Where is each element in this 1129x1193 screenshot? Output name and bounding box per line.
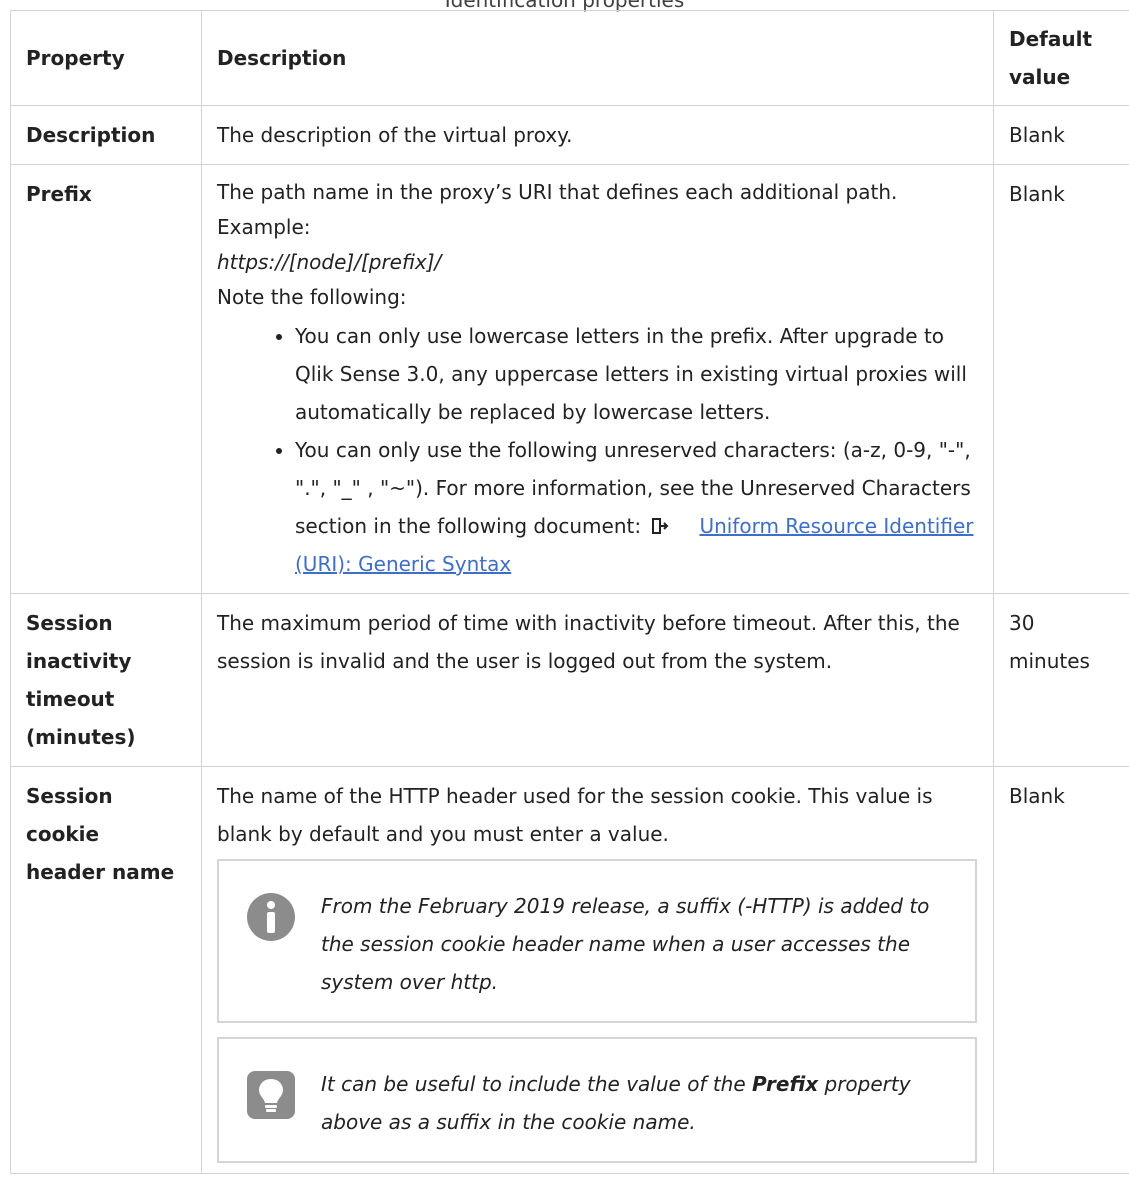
note-label: Note the following: [217,285,407,309]
property-description: The name of the HTTP header used for the… [201,766,994,1174]
example-url: https://[node]/[prefix]/ [217,250,442,274]
table-row-session-cookie: Session cookie header name The name of t… [10,766,1129,1174]
info-icon [247,893,295,941]
property-description: The maximum period of time with inactivi… [201,593,994,767]
header-default-value: Default value [993,10,1129,106]
lightbulb-icon [247,1071,295,1119]
table-row-session-timeout: Session inactivity timeout (minutes) The… [10,593,1129,767]
property-name: Prefix [10,164,202,594]
list-item: You can only use lowercase letters in th… [295,317,977,431]
property-description: The description of the virtual proxy. [201,105,994,165]
property-name: Session inactivity timeout (minutes) [10,593,202,767]
table-row-prefix: Prefix The path name in the proxy’s URI … [10,164,1129,594]
table-row-description: Description The description of the virtu… [10,105,1129,165]
property-name: Description [10,105,202,165]
header-default-line1: Default [1009,27,1093,51]
tip-note-text: It can be useful to include the value of… [321,1072,911,1134]
cookie-description-text: The name of the HTTP header used for the… [217,784,933,846]
header-default-line2: value [1009,65,1071,89]
prefix-notes-list: You can only use lowercase letters in th… [217,317,977,583]
default-value: Blank [993,164,1129,594]
example-label: Example: [217,215,311,239]
default-value: Blank [993,105,1129,165]
info-note: From the February 2019 release, a suffix… [217,859,977,1023]
info-note-text: From the February 2019 release, a suffix… [321,894,930,994]
header-property: Property [10,10,202,106]
table-header-row: Property Description Default value [10,10,1129,106]
identification-properties-table: Property Description Default value Descr… [10,10,1129,1174]
property-name: Session cookie header name [10,766,202,1174]
property-description: The path name in the proxy’s URI that de… [201,164,994,594]
default-value: Blank [993,766,1129,1174]
external-link-icon [652,518,669,534]
tip-note: It can be useful to include the value of… [217,1037,977,1163]
header-description: Description [201,10,994,106]
default-value: 30 minutes [993,593,1129,767]
prefix-description-line: The path name in the proxy’s URI that de… [217,180,898,204]
list-item: You can only use the following unreserve… [295,431,977,583]
